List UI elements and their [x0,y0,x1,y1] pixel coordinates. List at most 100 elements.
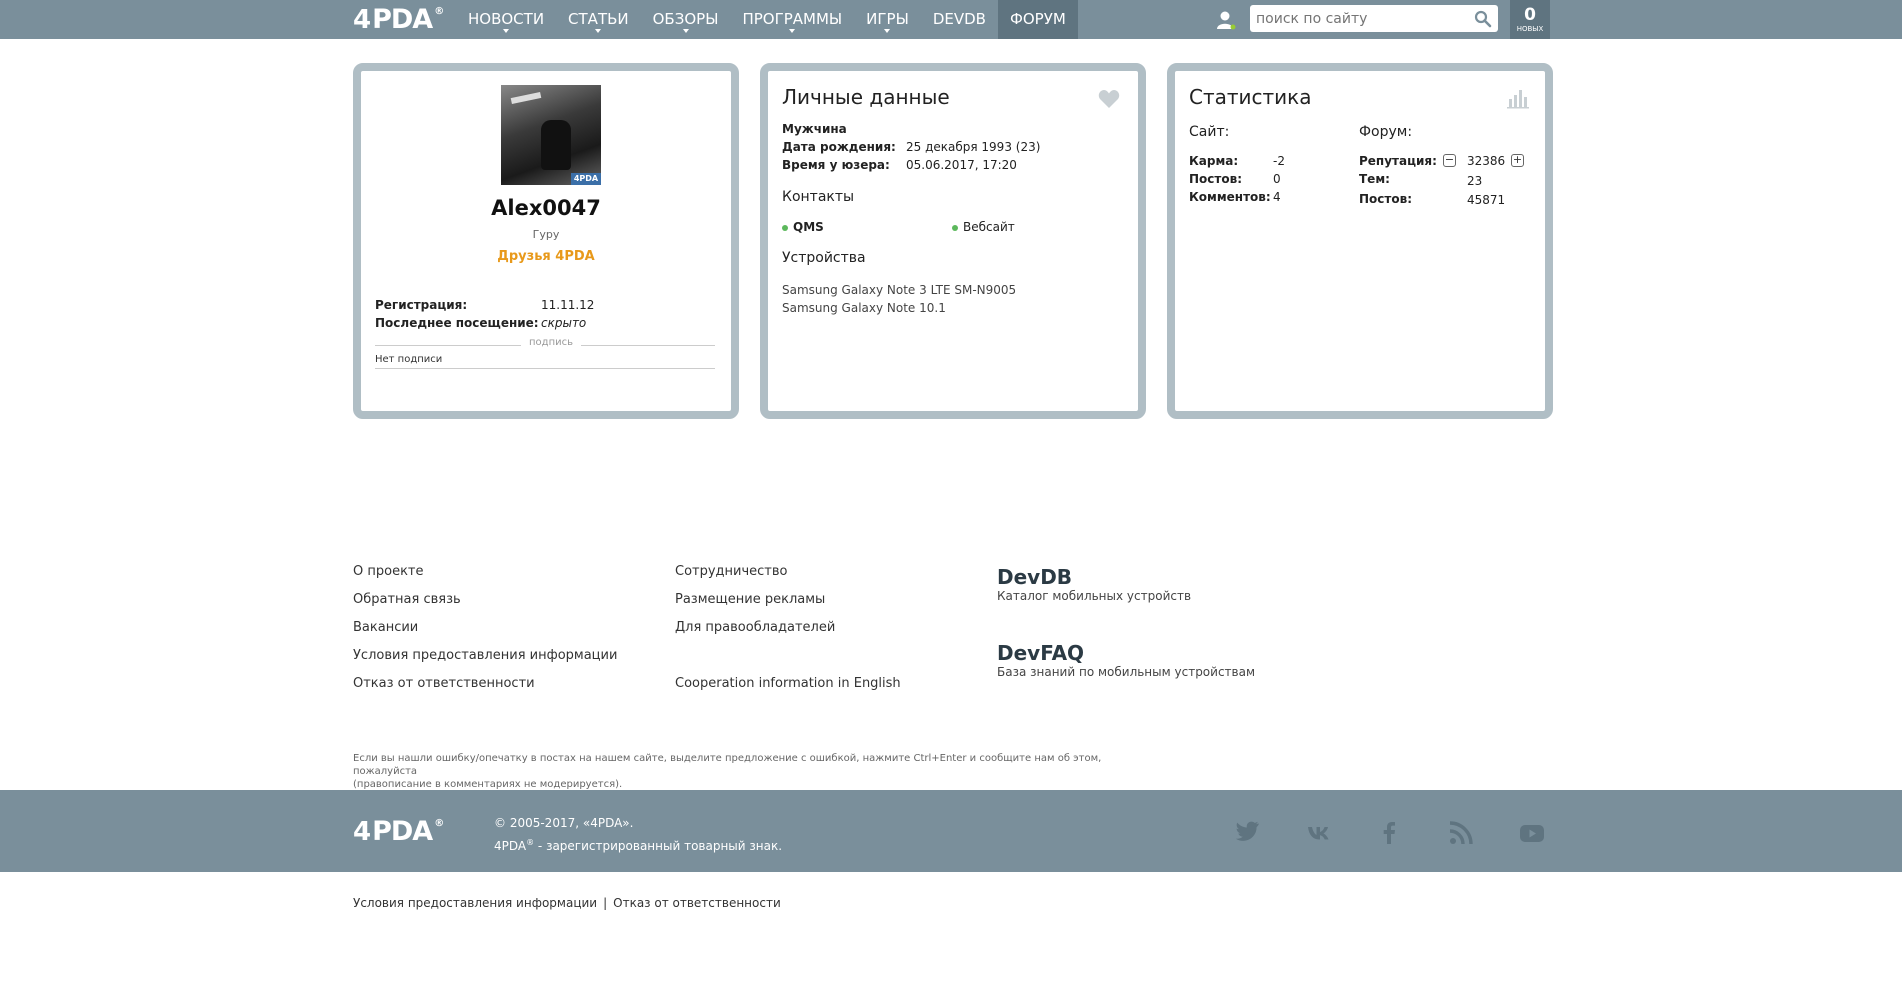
new-count: 0 [1524,5,1536,25]
search-box [1250,5,1498,32]
heart-icon[interactable] [1098,89,1120,109]
footer-logo[interactable]: 4 PDA ® [353,816,444,847]
logo-text: PDA [372,816,433,847]
birth-value: 25 декабря 1993 (23) [906,140,1041,154]
user-time-label: Время у юзера: [782,158,890,172]
new-messages-counter[interactable]: 0 НОВЫХ [1510,0,1550,39]
rss-icon[interactable] [1448,820,1474,846]
contact-qms[interactable]: QMS [782,220,824,234]
avatar-badge: 4PDA [571,173,601,185]
footer-link-about[interactable]: О проекте [353,564,424,579]
forum-posts-label: Постов: [1359,192,1412,206]
chevron-down-icon [884,29,891,33]
registered-mark: ® [434,6,444,17]
bottom-links: Условия предоставления информации | Отказ … [353,896,781,910]
bottom-link-terms[interactable]: Условия предоставления информации [353,896,597,910]
devices-title: Устройства [782,250,866,266]
logo-text: PDA [372,4,433,35]
footer-link-cooperation-english[interactable]: Cooperation information in English [675,676,901,691]
stats-title: Статистика [1189,85,1312,109]
footer-link-feedback[interactable]: Обратная связь [353,592,461,607]
facebook-icon[interactable] [1377,820,1403,846]
last-visit-label: Последнее посещение: [375,316,539,330]
footer-link-vacancies[interactable]: Вакансии [353,620,418,635]
bottom-link-disclaimer[interactable]: Отказ от ответственности [613,896,781,910]
devfaq-subtitle: База знаний по мобильным устройствам [997,665,1256,679]
chevron-down-icon [595,29,602,33]
avatar: 4PDA [501,85,601,185]
logo-number: 4 [353,4,371,35]
devdb-link[interactable]: DevDB [997,565,1072,589]
registered-mark: ® [434,818,444,829]
reputation-plus-button[interactable]: + [1511,154,1524,167]
profile-card: 4PDA Alex0047 Гуру Друзья 4PDA Регистрац… [353,63,739,419]
signature-text: Нет подписи [375,354,443,365]
contact-website[interactable]: Вебсайт [952,220,1015,234]
search-icon[interactable] [1474,10,1492,28]
contacts-title: Контакты [782,189,855,205]
topics-label: Тем: [1359,172,1390,186]
user-icon[interactable] [1216,10,1236,30]
site-posts-value: 0 [1273,172,1281,186]
user-rank: Гуру [532,228,560,241]
nav-news[interactable]: НОВОСТИ [456,0,556,39]
karma-label: Карма: [1189,154,1239,168]
footer-link-copyright-holders[interactable]: Для правообладателей [675,620,835,635]
main-nav: НОВОСТИ СТАТЬИ ОБЗОРЫ ПРОГРАММЫ ИГРЫ DEV… [456,0,1078,39]
reputation-label: Репутация: [1359,154,1437,168]
footer-link-disclaimer[interactable]: Отказ от ответственности [353,676,535,691]
comments-label: Комментов: [1189,190,1271,204]
site-logo[interactable]: 4 PDA ® [353,4,444,35]
online-dot-icon [782,224,788,231]
user-group: Друзья 4PDA [497,249,595,264]
footer-link-terms[interactable]: Условия предоставления информации [353,648,617,663]
birth-label: Дата рождения: [782,140,896,154]
chevron-down-icon [789,29,796,33]
device-item[interactable]: Samsung Galaxy Note 10.1 [782,301,946,315]
youtube-icon[interactable] [1519,820,1545,846]
nav-reviews[interactable]: ОБЗОРЫ [641,0,731,39]
last-visit-value: скрыто [541,316,587,330]
topics-value[interactable]: 23 [1467,174,1482,188]
forum-stats-title: Форум: [1359,124,1413,140]
twitter-icon[interactable] [1235,820,1261,846]
copyright: © 2005-2017, «4PDA». 4PDA® - зарегистрир… [494,816,783,853]
site-stats-title: Сайт: [1189,124,1230,140]
divider [375,368,715,369]
karma-value: -2 [1273,154,1285,168]
reputation-value[interactable]: 32386 [1467,154,1505,168]
registration-label: Регистрация: [375,298,468,312]
gender: Мужчина [782,122,847,136]
bar-chart-icon [1507,90,1529,109]
devfaq-link[interactable]: DevFAQ [997,641,1084,665]
footer-link-cooperation[interactable]: Сотрудничество [675,564,788,579]
chevron-down-icon [682,29,689,33]
nav-forum[interactable]: ФОРУМ [997,0,1078,39]
nav-programs[interactable]: ПРОГРАММЫ [730,0,854,39]
statistics-card: Статистика Сайт: Форум: Карма: -2 Постов… [1167,63,1553,419]
signature-label: подпись [521,337,581,348]
nav-games[interactable]: ИГРЫ [854,0,921,39]
footer-link-advertising[interactable]: Размещение рекламы [675,592,825,607]
personal-data-card: Личные данные Мужчина Дата рождения: 25 … [760,63,1146,419]
nav-devdb[interactable]: DEVDB [921,0,998,39]
site-posts-label: Постов: [1189,172,1242,186]
device-item[interactable]: Samsung Galaxy Note 3 LTE SM-N9005 [782,283,1016,297]
separator: | [603,896,608,910]
footer-bar [0,790,1902,872]
devdb-subtitle: Каталог мобильных устройств [997,589,1192,603]
vk-icon[interactable] [1306,820,1332,846]
new-label: НОВЫХ [1516,25,1544,33]
online-dot-icon [952,224,958,231]
comments-value: 4 [1273,190,1281,204]
error-report-note: Если вы нашли ошибку/опечатку в постах н… [353,753,1102,790]
nav-articles[interactable]: СТАТЬИ [556,0,641,39]
registration-value: 11.11.12 [541,298,595,312]
user-time-value: 05.06.2017, 17:20 [906,158,1017,172]
search-input[interactable] [1250,5,1472,32]
username: Alex0047 [491,196,601,220]
personal-title: Личные данные [782,85,950,109]
forum-posts-value[interactable]: 45871 [1467,193,1505,207]
reputation-minus-button[interactable]: − [1443,154,1456,167]
chevron-down-icon [503,29,510,33]
